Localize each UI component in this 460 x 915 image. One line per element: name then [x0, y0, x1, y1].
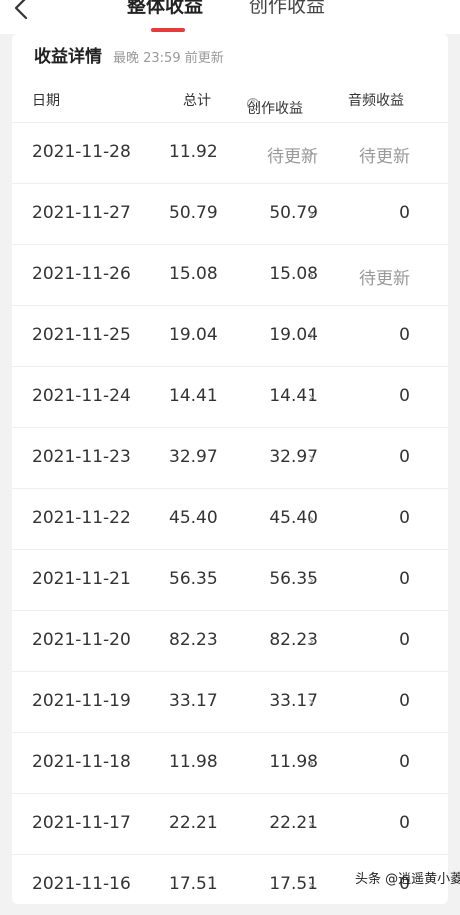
row-date: 2021-11-16: [32, 874, 131, 894]
row-date: 2021-11-19: [32, 691, 131, 711]
table-row[interactable]: 2021-11-19 33.17 33.17 › 0: [12, 671, 448, 732]
tab-overall-earnings[interactable]: 整体收益: [127, 0, 203, 18]
table-row[interactable]: 2021-11-20 82.23 82.23 › 0: [12, 610, 448, 671]
chevron-right-icon[interactable]: ›: [308, 814, 314, 833]
watermark: 头条 @逍遥黄小菱: [355, 872, 460, 887]
row-audio-earnings: 0: [399, 447, 410, 467]
row-total: 45.40: [169, 508, 218, 528]
row-date: 2021-11-23: [32, 447, 131, 467]
row-date: 2021-11-18: [32, 752, 131, 772]
help-icon[interactable]: ?: [247, 98, 259, 110]
row-total: 50.79: [169, 203, 218, 223]
earnings-detail-card: 收益详情 最晚 23:59 前更新 日期 总计 创作收益 ? 音频收益 2021…: [12, 34, 448, 904]
row-audio-earnings: 0: [399, 325, 410, 345]
tab-creation-earnings[interactable]: 创作收益: [249, 0, 325, 18]
earnings-table: 2021-11-28 11.92 待更新 › 待更新 2021-11-27 50.79 50.…: [12, 122, 448, 915]
card-title: 收益详情: [34, 47, 102, 67]
row-date: 2021-11-20: [32, 630, 131, 650]
row-audio-earnings: 待更新: [359, 147, 410, 167]
chevron-right-icon[interactable]: ›: [308, 143, 314, 162]
top-bar: 整体收益 创作收益: [0, 0, 460, 34]
chevron-right-icon[interactable]: ›: [308, 570, 314, 589]
row-date: 2021-11-27: [32, 203, 131, 223]
table-row[interactable]: 2021-11-25 19.04 19.04 › 0: [12, 305, 448, 366]
row-total: 33.17: [169, 691, 218, 711]
table-row[interactable]: 2021-11-17 22.21 22.21 › 0: [12, 793, 448, 854]
row-total: 14.41: [169, 386, 218, 406]
chevron-right-icon[interactable]: ›: [308, 448, 314, 467]
row-total: 56.35: [169, 569, 218, 589]
row-audio-earnings: 0: [399, 630, 410, 650]
row-date: 2021-11-24: [32, 386, 131, 406]
chevron-left-icon: [14, 0, 28, 20]
chevron-right-icon[interactable]: ›: [308, 753, 314, 772]
row-date: 2021-11-26: [32, 264, 131, 284]
chevron-right-icon[interactable]: ›: [308, 387, 314, 406]
row-date: 2021-11-25: [32, 325, 131, 345]
row-audio-earnings: 待更新: [359, 269, 410, 289]
table-row[interactable]: 2021-11-24 14.41 14.41 › 0: [12, 366, 448, 427]
row-total: 11.92: [169, 142, 218, 162]
table-row[interactable]: 2021-11-28 11.92 待更新 › 待更新: [12, 122, 448, 183]
back-button[interactable]: [8, 0, 34, 24]
chevron-right-icon[interactable]: ›: [308, 204, 314, 223]
row-total: 82.23: [169, 630, 218, 650]
row-date: 2021-11-17: [32, 813, 131, 833]
chevron-right-icon[interactable]: ›: [308, 875, 314, 894]
chevron-right-icon[interactable]: ›: [308, 509, 314, 528]
row-total: 19.04: [169, 325, 218, 345]
row-total: 11.98: [169, 752, 218, 772]
header-total: 总计: [183, 93, 211, 109]
header-audio: 音频收益: [348, 93, 404, 109]
table-row[interactable]: 2021-11-27 50.79 50.79 › 0: [12, 183, 448, 244]
table-header: 日期 总计 创作收益 ? 音频收益: [12, 82, 448, 117]
row-date: 2021-11-22: [32, 508, 131, 528]
row-total: 15.08: [169, 264, 218, 284]
table-row[interactable]: 2021-11-23 32.97 32.97 › 0: [12, 427, 448, 488]
chevron-right-icon[interactable]: ›: [308, 265, 314, 284]
header-date: 日期: [32, 93, 60, 109]
row-audio-earnings: 0: [399, 691, 410, 711]
table-row[interactable]: 2021-11-26 15.08 15.08 › 待更新: [12, 244, 448, 305]
chevron-right-icon[interactable]: ›: [308, 631, 314, 650]
row-audio-earnings: 0: [399, 386, 410, 406]
row-audio-earnings: 0: [399, 569, 410, 589]
table-row[interactable]: 2021-11-18 11.98 11.98 › 0: [12, 732, 448, 793]
active-tab-indicator: [151, 28, 185, 32]
row-audio-earnings: 0: [399, 203, 410, 223]
row-date: 2021-11-21: [32, 569, 131, 589]
row-total: 22.21: [169, 813, 218, 833]
card-header: 收益详情 最晚 23:59 前更新: [34, 42, 224, 72]
row-date: 2021-11-28: [32, 142, 131, 162]
row-audio-earnings: 0: [399, 508, 410, 528]
row-audio-earnings: 0: [399, 752, 410, 772]
chevron-right-icon[interactable]: ›: [308, 692, 314, 711]
update-note: 最晚 23:59 前更新: [113, 51, 224, 66]
row-total: 17.51: [169, 874, 218, 894]
table-row[interactable]: 2021-11-21 56.35 56.35 › 0: [12, 549, 448, 610]
row-total: 32.97: [169, 447, 218, 467]
table-row[interactable]: 2021-11-22 45.40 45.40 › 0: [12, 488, 448, 549]
row-audio-earnings: 0: [399, 813, 410, 833]
chevron-right-icon[interactable]: ›: [308, 326, 314, 345]
